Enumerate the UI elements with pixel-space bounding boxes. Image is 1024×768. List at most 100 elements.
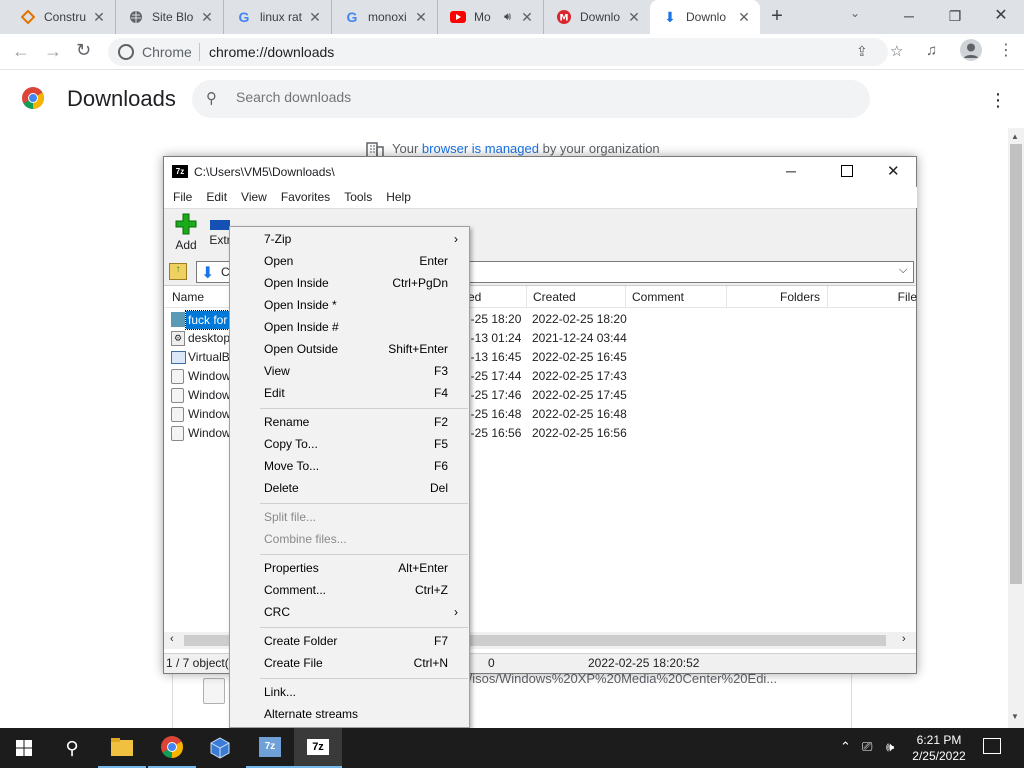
menu-item-move-to[interactable]: Move To... F6 (231, 455, 468, 477)
menu-item-create-file[interactable]: Create File Ctrl+N (231, 652, 468, 674)
menu-item-delete[interactable]: Delete Del (231, 477, 468, 499)
search-icon[interactable]: ⚲ (48, 728, 96, 768)
chrome-taskbar-icon[interactable] (148, 728, 196, 768)
menu-item-open-outside[interactable]: Open Outside Shift+Enter (231, 338, 468, 360)
scroll-thumb[interactable] (1010, 144, 1022, 584)
scroll-up-icon[interactable]: ▲ (1011, 132, 1019, 141)
tab-search-icon[interactable]: ⌄ (850, 6, 860, 20)
tray-chevron-icon[interactable]: ⌃ (840, 739, 851, 755)
menu-view[interactable]: View (234, 187, 274, 207)
menu-edit[interactable]: Edit (199, 187, 234, 207)
7zip-minimize-button[interactable]: ─ (786, 163, 796, 179)
menu-item-rename[interactable]: Rename F2 (231, 411, 468, 433)
menu-item-crc[interactable]: CRC › (231, 601, 468, 623)
menu-item-7zip[interactable]: 7-Zip › (231, 228, 468, 250)
tab-0[interactable]: Constru ✕ (8, 0, 116, 34)
menu-item-edit[interactable]: Edit F4 (231, 382, 468, 404)
menu-favorites[interactable]: Favorites (274, 187, 337, 207)
close-icon[interactable]: ✕ (307, 9, 323, 25)
close-icon[interactable]: ✕ (519, 9, 535, 25)
tab-3[interactable]: G monoxi ✕ (332, 0, 438, 34)
close-icon[interactable]: ✕ (199, 9, 215, 25)
media-control-icon[interactable]: ♫ (926, 42, 937, 59)
file-explorer-icon[interactable] (98, 728, 146, 768)
7zip-taskbar-icon[interactable]: 7z (294, 728, 342, 768)
bookmark-star-icon[interactable]: ☆ (890, 42, 903, 60)
col-folders[interactable]: Folders (726, 286, 826, 308)
speaker-icon[interactable]: 🔊︎ (504, 11, 511, 24)
close-icon[interactable]: ✕ (91, 9, 107, 25)
menu-item-view[interactable]: View F3 (231, 360, 468, 382)
address-dropdown-icon[interactable]: ⌵ (899, 264, 907, 277)
7zip-close-button[interactable]: ✕ (887, 162, 900, 180)
menu-tools[interactable]: Tools (337, 187, 379, 207)
tab-6-active[interactable]: ⬇ Downlo ✕ (650, 0, 760, 34)
scroll-down-icon[interactable]: ▼ (1011, 712, 1019, 721)
tab-1[interactable]: Site Blo ✕ (116, 0, 224, 34)
col-created[interactable]: Created (526, 286, 624, 308)
menu-separator (260, 554, 468, 555)
virtualbox-icon[interactable] (196, 728, 244, 768)
minimize-button[interactable]: ─ (886, 0, 932, 34)
menu-item-open-inside[interactable]: Open Inside Ctrl+PgDn (231, 272, 468, 294)
close-icon[interactable]: ✕ (736, 9, 752, 25)
col-name[interactable]: Name (166, 286, 204, 308)
tab-2[interactable]: G linux rat ✕ (224, 0, 332, 34)
menu-item-comment[interactable]: Comment... Ctrl+Z (231, 579, 468, 601)
window-close-button[interactable]: ✕ (978, 0, 1024, 34)
status-objects: 1 / 7 object( (166, 656, 229, 670)
reload-button[interactable]: ↻ (76, 40, 91, 61)
downloads-menu-icon[interactable]: ⋮ (989, 90, 1007, 111)
omnibox-url[interactable]: chrome://downloads (209, 44, 334, 60)
menu-separator (260, 678, 468, 679)
profile-avatar[interactable] (960, 39, 982, 61)
col-files[interactable]: File (827, 286, 917, 308)
omnibox[interactable]: Chrome chrome://downloads ⇪ ☆ (108, 38, 903, 66)
menu-item-open[interactable]: Open Enter (231, 250, 468, 272)
close-icon[interactable]: ✕ (626, 9, 642, 25)
scroll-left-icon[interactable]: ‹ (170, 633, 174, 645)
file-name: VirtualB (188, 350, 230, 364)
folder-up-icon[interactable]: ↑ (169, 263, 187, 280)
file-modified: 2-25 16:56 (464, 426, 522, 440)
close-icon[interactable]: ✕ (413, 9, 429, 25)
add-button[interactable]: Add (170, 213, 202, 257)
search-input[interactable] (236, 89, 836, 105)
page-scrollbar[interactable]: ▲ ▼ (1008, 128, 1024, 728)
chrome-site-icon (118, 44, 134, 60)
menu-item-create-folder[interactable]: Create Folder F7 (231, 630, 468, 652)
file-modified: 2-13 01:24 (464, 331, 522, 345)
chrome-menu-icon[interactable]: ⋮ (998, 40, 1014, 60)
menu-item-link[interactable]: Link... (231, 681, 468, 703)
start-button[interactable] (0, 728, 48, 768)
restore-button[interactable]: ❐ (932, 0, 978, 34)
menu-file[interactable]: File (166, 187, 199, 207)
menu-item-properties[interactable]: Properties Alt+Enter (231, 557, 468, 579)
menu-item-open-inside-hash[interactable]: Open Inside # (231, 316, 468, 338)
menu-item-alternate-streams[interactable]: Alternate streams (231, 703, 468, 725)
volume-icon[interactable]: 🕪︎ (886, 739, 894, 755)
download-icon: ⬇ (664, 8, 676, 25)
tab-4[interactable]: Mo 🔊︎ ✕ (438, 0, 544, 34)
notification-icon[interactable] (983, 738, 1001, 754)
scroll-right-icon[interactable]: › (902, 633, 906, 645)
omnibox-site-label: Chrome (142, 44, 192, 60)
menu-item-open-inside-star[interactable]: Open Inside * (231, 294, 468, 316)
col-comment[interactable]: Comment (625, 286, 725, 308)
menu-item-copy-to[interactable]: Copy To... F5 (231, 433, 468, 455)
downloads-search[interactable]: ⚲ (192, 80, 870, 118)
menu-help[interactable]: Help (379, 187, 418, 207)
tab-5[interactable]: M Downlo ✕ (544, 0, 650, 34)
taskbar: ⚲ 7z 7z ⌃ ⎚ 🕪︎ 6:21 PM 2/25/2022 (0, 728, 1024, 768)
forward-button[interactable]: → (44, 41, 62, 62)
7zip-maximize-button[interactable] (841, 165, 853, 177)
new-tab-button[interactable]: + (764, 5, 790, 29)
construct-icon (20, 9, 36, 25)
context-menu: 7-Zip › Open Enter Open Inside Ctrl+PgDn Op… (229, 226, 470, 728)
managed-link[interactable]: browser is managed (422, 141, 539, 156)
back-button[interactable]: ← (12, 41, 30, 62)
7zip-installer-icon[interactable]: 7z (246, 728, 294, 768)
share-icon[interactable]: ⇪ (856, 43, 868, 60)
network-icon[interactable]: ⎚ (862, 739, 872, 755)
clock[interactable]: 6:21 PM 2/25/2022 (906, 732, 972, 764)
